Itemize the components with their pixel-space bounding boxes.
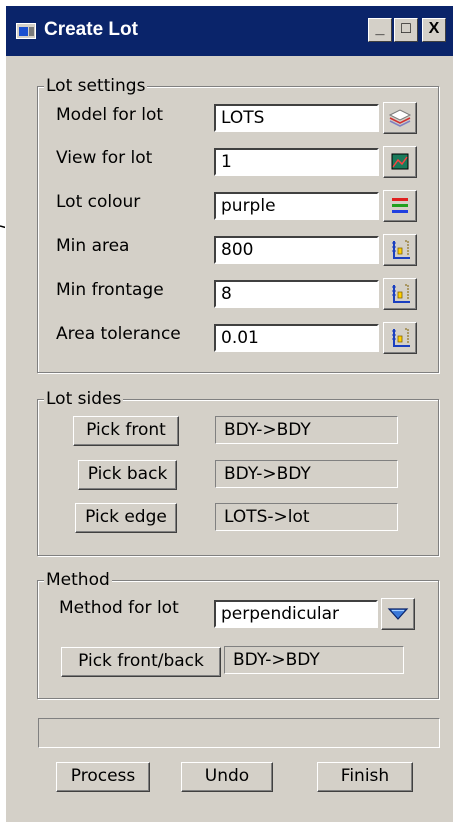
finish-button[interactable]: Finish xyxy=(317,762,413,792)
calculator-icon[interactable] xyxy=(383,278,417,310)
min-area-label: Min area xyxy=(56,236,130,256)
colour-icon[interactable] xyxy=(383,190,417,222)
maximize-button[interactable]: □ xyxy=(394,18,418,42)
lot-colour-field[interactable]: purple xyxy=(214,192,379,220)
view-icon[interactable] xyxy=(383,146,417,178)
back-value: BDY->BDY xyxy=(215,460,398,488)
chevron-down-icon[interactable] xyxy=(381,598,415,630)
method-for-lot-field[interactable]: perpendicular xyxy=(214,600,378,628)
view-for-lot-field[interactable]: 1 xyxy=(214,148,379,176)
window-title: Create Lot xyxy=(44,19,138,40)
process-button[interactable]: Process xyxy=(56,762,150,792)
model-for-lot-label: Model for lot xyxy=(56,105,164,125)
calculator-icon[interactable] xyxy=(383,322,417,354)
title-bar[interactable]: Create Lot _ □ X xyxy=(6,6,453,56)
method-legend: Method xyxy=(44,570,112,590)
lot-colour-label: Lot colour xyxy=(56,192,141,212)
calculator-icon[interactable] xyxy=(383,234,417,266)
create-lot-dialog: Create Lot _ □ X Lot settings Model for … xyxy=(5,5,453,822)
close-button[interactable]: X xyxy=(422,18,446,42)
edge-value: LOTS->lot xyxy=(215,503,398,531)
minimize-button[interactable]: _ xyxy=(368,18,392,42)
pick-edge-button[interactable]: Pick edge xyxy=(75,503,177,533)
front-value: BDY->BDY xyxy=(215,416,398,444)
status-bar xyxy=(38,718,440,748)
undo-button[interactable]: Undo xyxy=(181,762,273,792)
lot-settings-legend: Lot settings xyxy=(44,76,148,96)
area-tolerance-field[interactable]: 0.01 xyxy=(214,324,379,352)
min-area-field[interactable]: 800 xyxy=(214,236,379,264)
pick-front-button[interactable]: Pick front xyxy=(73,416,179,446)
view-for-lot-label: View for lot xyxy=(56,148,153,168)
layers-icon[interactable] xyxy=(383,102,417,134)
pick-back-button[interactable]: Pick back xyxy=(78,460,177,490)
app-icon xyxy=(16,23,36,39)
model-for-lot-field[interactable]: LOTS xyxy=(214,104,379,132)
pick-front-back-button[interactable]: Pick front/back xyxy=(61,647,221,677)
front-back-value: BDY->BDY xyxy=(224,646,404,674)
lot-sides-legend: Lot sides xyxy=(44,389,124,409)
min-frontage-field[interactable]: 8 xyxy=(214,280,379,308)
method-for-lot-label: Method for lot xyxy=(59,598,179,618)
min-frontage-label: Min frontage xyxy=(56,280,164,300)
area-tolerance-label: Area tolerance xyxy=(56,324,181,344)
